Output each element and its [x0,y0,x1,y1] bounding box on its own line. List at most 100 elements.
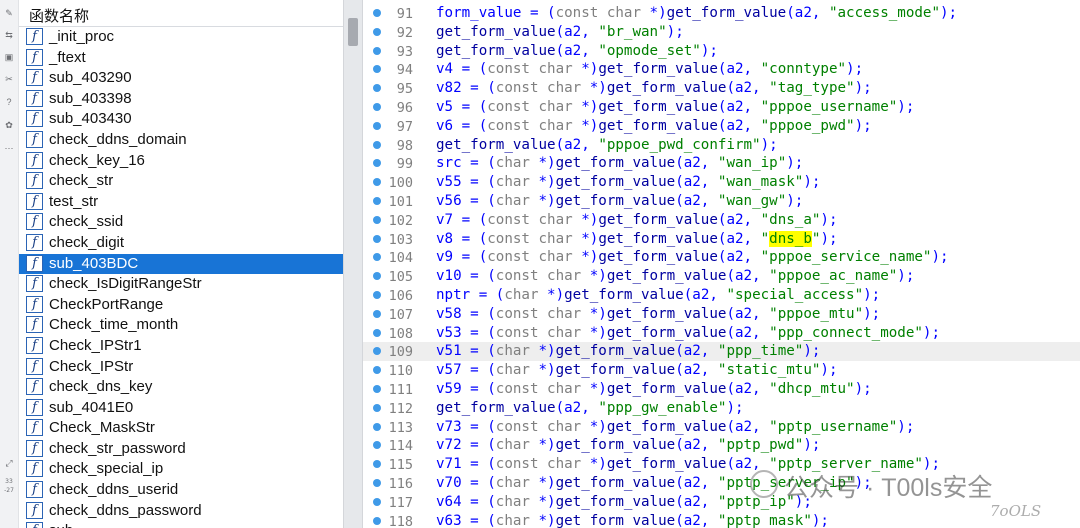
function-name: check_special_ip [49,460,164,478]
code-line[interactable]: 111 v59 = (const char *)get_form_value(a2… [363,380,1080,399]
function-list-item[interactable]: f sub_403290 [19,68,343,89]
rename-icon[interactable]: ✎ [3,7,15,19]
breakpoint-dot-icon[interactable] [373,441,381,450]
function-list-header[interactable]: 函数名称 [19,0,343,27]
breakpoint-dot-icon[interactable] [373,497,381,506]
function-list-item[interactable]: f CheckPortRange [19,295,343,316]
breakpoint-dot-icon[interactable] [373,103,381,111]
breakpoint-dot-icon[interactable] [373,385,381,393]
function-list-item[interactable]: f Check_time_month [19,315,343,336]
breakpoint-dot-icon[interactable] [373,234,381,243]
code-line[interactable]: 117 v64 = (char *)get_form_value(a2, "ppt… [363,493,1080,512]
code-line[interactable]: 106 nptr = (char *)get_form_value(a2, "sp… [363,286,1080,305]
function-list-item[interactable]: f _ftext [19,48,343,69]
breakpoint-dot-icon[interactable] [373,309,381,318]
code-line[interactable]: 100 v55 = (char *)get_form_value(a2, "wan… [363,173,1080,192]
breakpoint-dot-icon[interactable] [373,403,381,412]
code-line[interactable]: 112 get_form_value(a2, "ppp_gw_enable"); [363,399,1080,418]
code-text: v72 = (char *)get_form_value(a2, "pptp_p… [436,437,820,453]
function-list-item[interactable]: f Check_IPStr [19,357,343,378]
breakpoint-dot-icon[interactable] [373,516,381,525]
function-list-item[interactable]: f sub_403398 [19,89,343,110]
breakpoint-dot-icon[interactable] [373,253,381,262]
code-token: "pptp_server_ip" [717,475,855,491]
code-line[interactable]: 104 v9 = (const char *)get_form_value(a2,… [363,248,1080,267]
function-list-item[interactable]: f check_IsDigitRangeStr [19,274,343,295]
help-icon[interactable]: ? [3,96,15,108]
code-line[interactable]: 116 v70 = (char *)get_form_value(a2, "ppt… [363,474,1080,493]
function-list-item[interactable]: f check_dns_key [19,377,343,398]
breakpoint-dot-icon[interactable] [373,328,381,337]
code-token: "pppoe_pwd" [760,117,855,134]
code-line[interactable]: 103 v8 = (const char *)get_form_value(a2,… [363,230,1080,249]
breakpoint-dot-icon[interactable] [373,422,381,431]
breakpoint-dot-icon[interactable] [373,65,381,74]
code-line[interactable]: 98 get_form_value(a2, "pppoe_pwd_confirm"… [363,136,1080,155]
function-list-item[interactable]: f check_ddns_domain [19,130,343,151]
expand-icon[interactable]: ⤢ [3,457,15,469]
code-line[interactable]: 109 v51 = (char *)get_form_value(a2, "ppp… [363,342,1080,362]
scrollbar-thumb[interactable] [348,18,358,46]
bug-icon[interactable]: ✿ [3,119,15,131]
code-line[interactable]: 99 src = (char *)get_form_value(a2, "wan_… [363,154,1080,173]
function-list-item[interactable]: f test_str [19,192,343,213]
breakpoint-dot-icon[interactable] [373,347,381,356]
code-line[interactable]: 105 v10 = (const char *)get_form_value(a2… [363,267,1080,286]
breakpoint-dot-icon[interactable] [373,366,381,375]
breakpoint-dot-icon[interactable] [373,479,381,487]
breakpoint-dot-icon[interactable] [373,84,381,93]
code-line[interactable]: 115 v71 = (const char *)get_form_value(a2… [363,455,1080,474]
function-list-item[interactable]: f check_digit [19,233,343,254]
code-line[interactable]: 114 v72 = (char *)get_form_value(a2, "ppt… [363,436,1080,455]
breakpoint-dot-icon[interactable] [373,178,381,187]
code-line[interactable]: 91 form_value = (const char *)get_form_va… [363,4,1080,23]
breakpoint-dot-icon[interactable] [373,121,381,130]
breakpoint-dot-icon[interactable] [373,159,381,168]
function-list-item[interactable]: f sub_ [19,521,343,528]
function-list-item[interactable]: f sub_4041E0 [19,398,343,419]
breakpoint-dot-icon[interactable] [373,291,381,299]
function-list-item[interactable]: f sub_403BDC [19,253,343,275]
function-list-item[interactable]: f _init_proc [19,27,343,48]
function-list-item[interactable]: f Check_IPStr1 [19,336,343,357]
breakpoint-dot-icon[interactable] [373,460,381,469]
function-list-item[interactable]: f check_ssid [19,212,343,233]
code-line[interactable]: 113 v73 = (const char *)get_form_value(a2… [363,418,1080,437]
function-list-item[interactable]: f Check_MaskStr [19,418,343,439]
code-line[interactable]: 110 v57 = (char *)get_form_value(a2, "sta… [363,361,1080,380]
code-line[interactable]: 95 v82 = (const char *)get_form_value(a2,… [363,79,1080,98]
scissors-icon[interactable]: ✂ [3,73,15,85]
function-list-item[interactable]: f check_key_16 [19,151,343,172]
breakpoint-dot-icon[interactable] [373,197,381,205]
function-list-item[interactable]: f check_ddns_userid [19,480,343,501]
code-line[interactable]: 101 v56 = (char *)get_form_value(a2, "wan… [363,192,1080,211]
code-line[interactable]: 96 v5 = (const char *)get_form_value(a2, … [363,98,1080,117]
function-list-item[interactable]: f check_special_ip [19,459,343,480]
pseudocode-view[interactable]: 91 form_value = (const char *)get_form_va… [363,0,1080,528]
breakpoint-dot-icon[interactable] [373,27,381,36]
breakpoint-dot-icon[interactable] [373,9,381,17]
code-line[interactable]: 102 v7 = (const char *)get_form_value(a2,… [363,211,1080,230]
code-line[interactable]: 107 v58 = (const char *)get_form_value(a2… [363,305,1080,324]
code-line[interactable]: 93 get_form_value(a2, "opmode_set"); [363,42,1080,61]
breakpoint-dot-icon[interactable] [373,215,381,224]
breakpoint-dot-icon[interactable] [373,140,381,149]
code-token: ); [854,117,872,134]
function-list-item[interactable]: f check_ddns_password [19,501,343,522]
breakpoint-dot-icon[interactable] [373,46,381,55]
code-line[interactable]: 94 v4 = (const char *)get_form_value(a2, … [363,60,1080,79]
link-icon[interactable]: ⇆ [3,29,15,41]
function-list-item[interactable]: f sub_403430 [19,109,343,130]
graph-icon[interactable]: ▣ [3,51,15,63]
vertical-scrollbar[interactable] [343,0,363,528]
code-token: v6 [436,117,454,134]
function-list-item[interactable]: f check_str_password [19,439,343,460]
line-number: 111 [388,382,413,398]
code-line[interactable]: 92 get_form_value(a2, "br_wan"); [363,23,1080,42]
code-line[interactable]: 108 v53 = (const char *)get_form_value(a2… [363,324,1080,343]
function-list-item[interactable]: f check_str [19,171,343,192]
code-line[interactable]: 118 v63 = (char *)get_form_value(a2, "ppt… [363,512,1080,528]
code-line[interactable]: 97 v6 = (const char *)get_form_value(a2, … [363,117,1080,136]
breakpoint-dot-icon[interactable] [373,272,381,281]
more-icon[interactable]: ⋯ [3,142,15,154]
